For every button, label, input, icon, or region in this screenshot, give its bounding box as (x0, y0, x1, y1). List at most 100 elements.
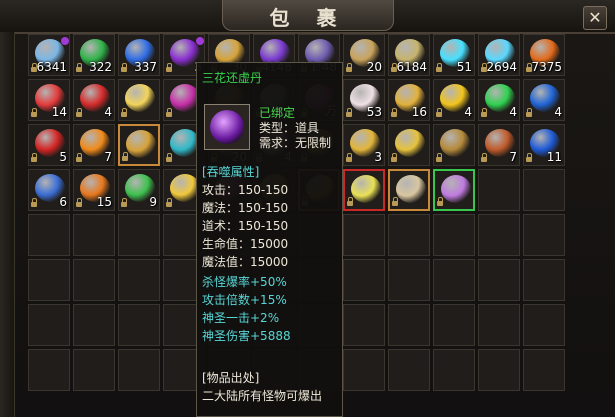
inventory-slot[interactable] (28, 304, 70, 346)
inventory-slot[interactable] (118, 124, 160, 166)
inventory-slot[interactable] (28, 259, 70, 301)
item-count: 6184 (396, 60, 427, 74)
inventory-slot[interactable]: 15 (73, 169, 115, 211)
inventory-slot[interactable] (28, 214, 70, 256)
item-icon (396, 175, 426, 203)
close-button[interactable]: ✕ (583, 6, 607, 30)
inventory-slot[interactable] (118, 79, 160, 121)
inventory-slot[interactable] (343, 169, 385, 211)
inventory-slot[interactable]: 4 (73, 79, 115, 121)
inventory-slot[interactable] (478, 169, 520, 211)
inventory-slot[interactable] (388, 169, 430, 211)
inventory-window: 包 裹 ✕ 634132233733041481:482061845126947… (0, 0, 615, 417)
inventory-slot[interactable]: 16 (388, 79, 430, 121)
lock-icon (121, 198, 127, 207)
lock-icon (346, 108, 352, 117)
item-count: 337 (134, 60, 157, 74)
title-bar[interactable]: 包 裹 ✕ (0, 0, 615, 34)
lock-icon (166, 108, 172, 117)
inventory-slot[interactable]: 51 (433, 34, 475, 76)
source-header: [物品出处] (202, 371, 260, 385)
inventory-slot[interactable] (523, 304, 565, 346)
inventory-slot[interactable] (388, 349, 430, 391)
item-count: 15 (96, 195, 112, 209)
inventory-slot[interactable]: 4 (478, 79, 520, 121)
inventory-slot[interactable] (343, 304, 385, 346)
attr-attack: 攻击：150-150 (202, 183, 289, 197)
inventory-slot[interactable]: 3 (343, 124, 385, 166)
inventory-slot[interactable] (478, 259, 520, 301)
inventory-slot[interactable] (433, 214, 475, 256)
inventory-slot[interactable] (433, 169, 475, 211)
inventory-slot[interactable] (433, 259, 475, 301)
inventory-slot[interactable] (478, 214, 520, 256)
inventory-slot[interactable] (388, 214, 430, 256)
inventory-slot[interactable]: 53 (343, 79, 385, 121)
inventory-slot[interactable] (523, 169, 565, 211)
item-count: 4 (509, 105, 517, 119)
attr-holy-strike: 神圣一击+2% (202, 311, 280, 325)
inventory-slot[interactable]: 4 (433, 79, 475, 121)
inventory-slot[interactable] (118, 214, 160, 256)
inventory-slot[interactable] (118, 349, 160, 391)
inventory-slot[interactable] (388, 124, 430, 166)
inventory-slot[interactable]: 7 (478, 124, 520, 166)
attr-kill-rate: 杀怪爆率+50% (202, 275, 287, 289)
item-count: 7375 (531, 60, 562, 74)
inventory-slot[interactable] (523, 259, 565, 301)
inventory-slot[interactable]: 9 (118, 169, 160, 211)
inventory-slot[interactable]: 11 (523, 124, 565, 166)
inventory-slot[interactable] (523, 214, 565, 256)
inventory-slot[interactable] (388, 259, 430, 301)
inventory-slot[interactable]: 5 (28, 124, 70, 166)
inventory-slot[interactable]: 337 (118, 34, 160, 76)
inventory-slot[interactable]: 4 (523, 79, 565, 121)
lock-icon (481, 108, 487, 117)
inventory-slot[interactable] (73, 259, 115, 301)
inventory-slot[interactable]: 7375 (523, 34, 565, 76)
attr-header: [吞噬属性] (202, 165, 260, 179)
lock-icon (436, 108, 442, 117)
inventory-slot[interactable] (73, 214, 115, 256)
lock-icon (76, 63, 82, 72)
lock-icon (526, 108, 532, 117)
inventory-slot[interactable]: 20 (343, 34, 385, 76)
inventory-slot[interactable] (343, 349, 385, 391)
inventory-slot[interactable] (343, 259, 385, 301)
item-icon (395, 129, 425, 157)
item-icon (126, 130, 156, 158)
inventory-slot[interactable] (118, 304, 160, 346)
attr-hp: 生命值：15000 (202, 237, 289, 251)
inventory-slot[interactable] (523, 349, 565, 391)
inventory-slot[interactable]: 6 (28, 169, 70, 211)
inventory-slot[interactable] (478, 349, 520, 391)
inventory-slot[interactable]: 7 (73, 124, 115, 166)
inventory-slot[interactable] (433, 349, 475, 391)
inventory-slot[interactable] (73, 349, 115, 391)
inventory-slot[interactable] (118, 259, 160, 301)
lock-icon (31, 198, 37, 207)
attr-holy-damage: 神圣伤害+5888 (202, 329, 291, 343)
inventory-slot[interactable] (28, 349, 70, 391)
inventory-slot[interactable] (478, 304, 520, 346)
lock-icon (121, 63, 127, 72)
inventory-slot[interactable] (433, 304, 475, 346)
item-count: 11 (546, 150, 562, 164)
inventory-slot[interactable]: 14 (28, 79, 70, 121)
lock-icon (166, 63, 172, 72)
inventory-slot[interactable]: 2694 (478, 34, 520, 76)
lock-icon (76, 153, 82, 162)
item-count: 14 (51, 105, 67, 119)
inventory-slot[interactable] (343, 214, 385, 256)
item-requirement: 需求：无限制 (259, 136, 332, 150)
inventory-slot[interactable] (73, 304, 115, 346)
item-count: 4 (464, 105, 472, 119)
item-icon (204, 104, 250, 150)
inventory-slot[interactable]: 6341 (28, 34, 70, 76)
lock-icon (166, 153, 172, 162)
inventory-slot[interactable]: 6184 (388, 34, 430, 76)
inventory-slot[interactable]: 322 (73, 34, 115, 76)
inventory-slot[interactable] (433, 124, 475, 166)
item-count: 51 (456, 60, 472, 74)
inventory-slot[interactable] (388, 304, 430, 346)
